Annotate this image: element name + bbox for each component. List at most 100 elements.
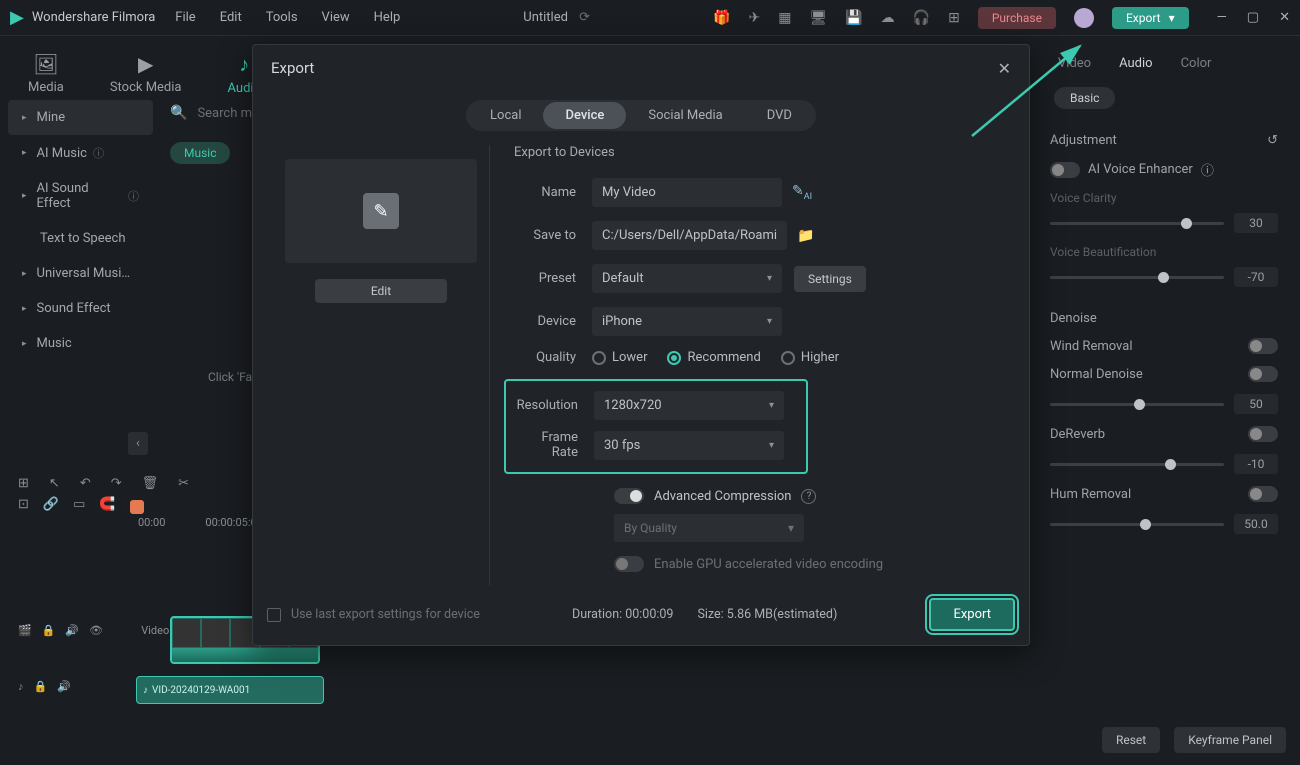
save-icon[interactable]: 💾 [845, 10, 862, 26]
tab-device[interactable]: Device [543, 102, 626, 129]
tag-music[interactable]: Music [170, 142, 230, 164]
eye-icon[interactable]: 👁 [89, 624, 103, 637]
export-button-top[interactable]: Export ▾ [1112, 7, 1189, 29]
link-icon[interactable]: 🔗 [43, 497, 59, 512]
tab-social[interactable]: Social Media [626, 102, 744, 129]
audio-clip[interactable]: ♪ VID-20240129-WA001 [136, 676, 324, 704]
tab-dvd[interactable]: DVD [745, 102, 814, 129]
collapse-sidebar-button[interactable]: ‹ [128, 432, 148, 455]
sync-icon[interactable]: ⟳ [579, 10, 590, 25]
reset-icon[interactable]: ↺ [1267, 133, 1278, 148]
tab-audio-props[interactable]: Audio [1119, 56, 1152, 71]
quality-higher[interactable]: Higher [781, 350, 839, 365]
normal-denoise-toggle[interactable] [1248, 366, 1278, 382]
app-name: Wondershare Filmora [32, 10, 155, 25]
highlighted-settings: Resolution 1280x720▾ Frame Rate 30 fps▾ [504, 379, 808, 474]
tab-media[interactable]: 🖼Media [20, 46, 72, 102]
grid-icon[interactable]: ⊞ [948, 10, 960, 26]
headphones-icon[interactable]: 🎧 [913, 10, 930, 26]
resolution-select[interactable]: 1280x720▾ [594, 391, 784, 420]
properties-tabs: Video Audio Color [1038, 48, 1290, 79]
framerate-select[interactable]: 30 fps▾ [594, 431, 784, 460]
sidebar-item-mine[interactable]: ▸Mine [8, 100, 153, 135]
tab-color[interactable]: Color [1181, 56, 1212, 71]
magnet-icon[interactable]: 🧲 [99, 497, 115, 512]
preset-select[interactable]: Default▾ [592, 264, 782, 293]
properties-panel: Video Audio Color Basic Adjustment ↺ AI … [1038, 48, 1290, 550]
voice-beaut-slider[interactable] [1050, 276, 1224, 279]
hum-slider[interactable] [1050, 523, 1224, 526]
compression-mode-select[interactable]: By Quality▾ [614, 514, 804, 542]
use-last-checkbox[interactable] [267, 608, 281, 622]
voice-clarity-label: Voice Clarity [1050, 185, 1278, 207]
video-track-head[interactable]: 🎬 🔒 🔊 👁 [8, 620, 128, 641]
lock-icon[interactable]: 🔒 [42, 624, 56, 637]
marker-icon[interactable]: ⊡ [18, 497, 29, 512]
cursor-icon[interactable]: ↖ [49, 476, 60, 491]
edit-button[interactable]: Edit [315, 279, 447, 303]
search-icon: 🔍 [170, 105, 187, 121]
advanced-compression-toggle[interactable] [614, 488, 644, 504]
wind-toggle[interactable] [1248, 338, 1278, 354]
mute-icon[interactable]: 🔊 [65, 624, 79, 637]
sidebar-item-tts[interactable]: Text to Speech [8, 221, 153, 256]
ai-edit-icon[interactable]: ✎AI [792, 183, 812, 202]
normal-slider[interactable] [1050, 403, 1224, 406]
close-dialog-icon[interactable]: ✕ [998, 59, 1011, 78]
monitor-icon[interactable]: 🖥 [809, 10, 827, 26]
apps-icon[interactable]: ▦ [778, 10, 791, 26]
keyframe-panel-button[interactable]: Keyframe Panel [1174, 727, 1286, 753]
sidebar-item-universal[interactable]: ▸Universal Musi… [8, 256, 153, 291]
hum-toggle[interactable] [1248, 486, 1278, 502]
name-input[interactable]: My Video [592, 178, 782, 207]
undo-icon[interactable]: ↶ [80, 476, 91, 491]
purchase-button[interactable]: Purchase [978, 7, 1056, 29]
quality-lower[interactable]: Lower [592, 350, 647, 365]
cloud-icon[interactable]: ☁ [881, 10, 895, 26]
tab-video[interactable]: Video [1058, 56, 1091, 71]
dereverb-toggle[interactable] [1248, 426, 1278, 442]
menu-file[interactable]: File [175, 10, 195, 25]
tab-stock-media[interactable]: ▶Stock Media [102, 46, 190, 102]
user-avatar[interactable] [1074, 8, 1094, 28]
save-to-input[interactable]: C:/Users/Dell/AppData/Roami [592, 221, 787, 250]
sidebar-item-ai-sound[interactable]: ▸AI Sound Effectⓘ [8, 171, 153, 221]
tab-local[interactable]: Local [468, 102, 543, 129]
menu-view[interactable]: View [322, 10, 350, 25]
device-select[interactable]: iPhone▾ [592, 307, 782, 336]
menu-tools[interactable]: Tools [266, 10, 298, 25]
ai-voice-toggle[interactable] [1050, 162, 1080, 178]
folder-icon[interactable]: 📁 [797, 228, 814, 244]
sidebar-item-ai-music[interactable]: ▸AI Musicⓘ [8, 135, 153, 171]
gpu-toggle[interactable] [614, 556, 644, 572]
help-icon[interactable]: ? [801, 489, 816, 504]
minimize-icon[interactable]: — [1217, 10, 1227, 25]
menu-edit[interactable]: Edit [220, 10, 242, 25]
quality-recommend[interactable]: Recommend [667, 350, 760, 365]
main-menu: File Edit Tools View Help [175, 10, 400, 25]
maximize-icon[interactable]: ▢ [1247, 10, 1259, 25]
audio-track-head[interactable]: ♪ 🔒 🔊 [8, 676, 128, 697]
app-logo-icon: ▶ [10, 7, 24, 28]
voice-clarity-slider[interactable] [1050, 222, 1224, 225]
delete-icon[interactable]: 🗑 [142, 476, 159, 491]
export-confirm-button[interactable]: Export [929, 598, 1015, 631]
send-icon[interactable]: ✈ [748, 10, 760, 26]
redo-icon[interactable]: ↷ [111, 476, 122, 491]
sidebar-item-music[interactable]: ▸Music [8, 326, 153, 361]
gift-icon[interactable]: 🎁 [713, 10, 730, 26]
mute-icon[interactable]: 🔊 [57, 680, 71, 693]
close-window-icon[interactable]: ✕ [1279, 10, 1290, 25]
edit-pencil-icon[interactable]: ✎ [363, 193, 399, 229]
basic-chip[interactable]: Basic [1054, 87, 1115, 109]
dereverb-slider[interactable] [1050, 463, 1224, 466]
tool-icon[interactable]: ⊞ [18, 476, 29, 491]
title-bar: ▶ Wondershare Filmora File Edit Tools Vi… [0, 0, 1300, 36]
group-icon[interactable]: ▭ [73, 497, 85, 512]
settings-button[interactable]: Settings [794, 266, 866, 292]
reset-button[interactable]: Reset [1102, 727, 1160, 753]
lock-icon[interactable]: 🔒 [34, 680, 48, 693]
menu-help[interactable]: Help [374, 10, 401, 25]
sidebar-item-sound-effect[interactable]: ▸Sound Effect [8, 291, 153, 326]
cut-icon[interactable]: ✂ [178, 476, 189, 491]
